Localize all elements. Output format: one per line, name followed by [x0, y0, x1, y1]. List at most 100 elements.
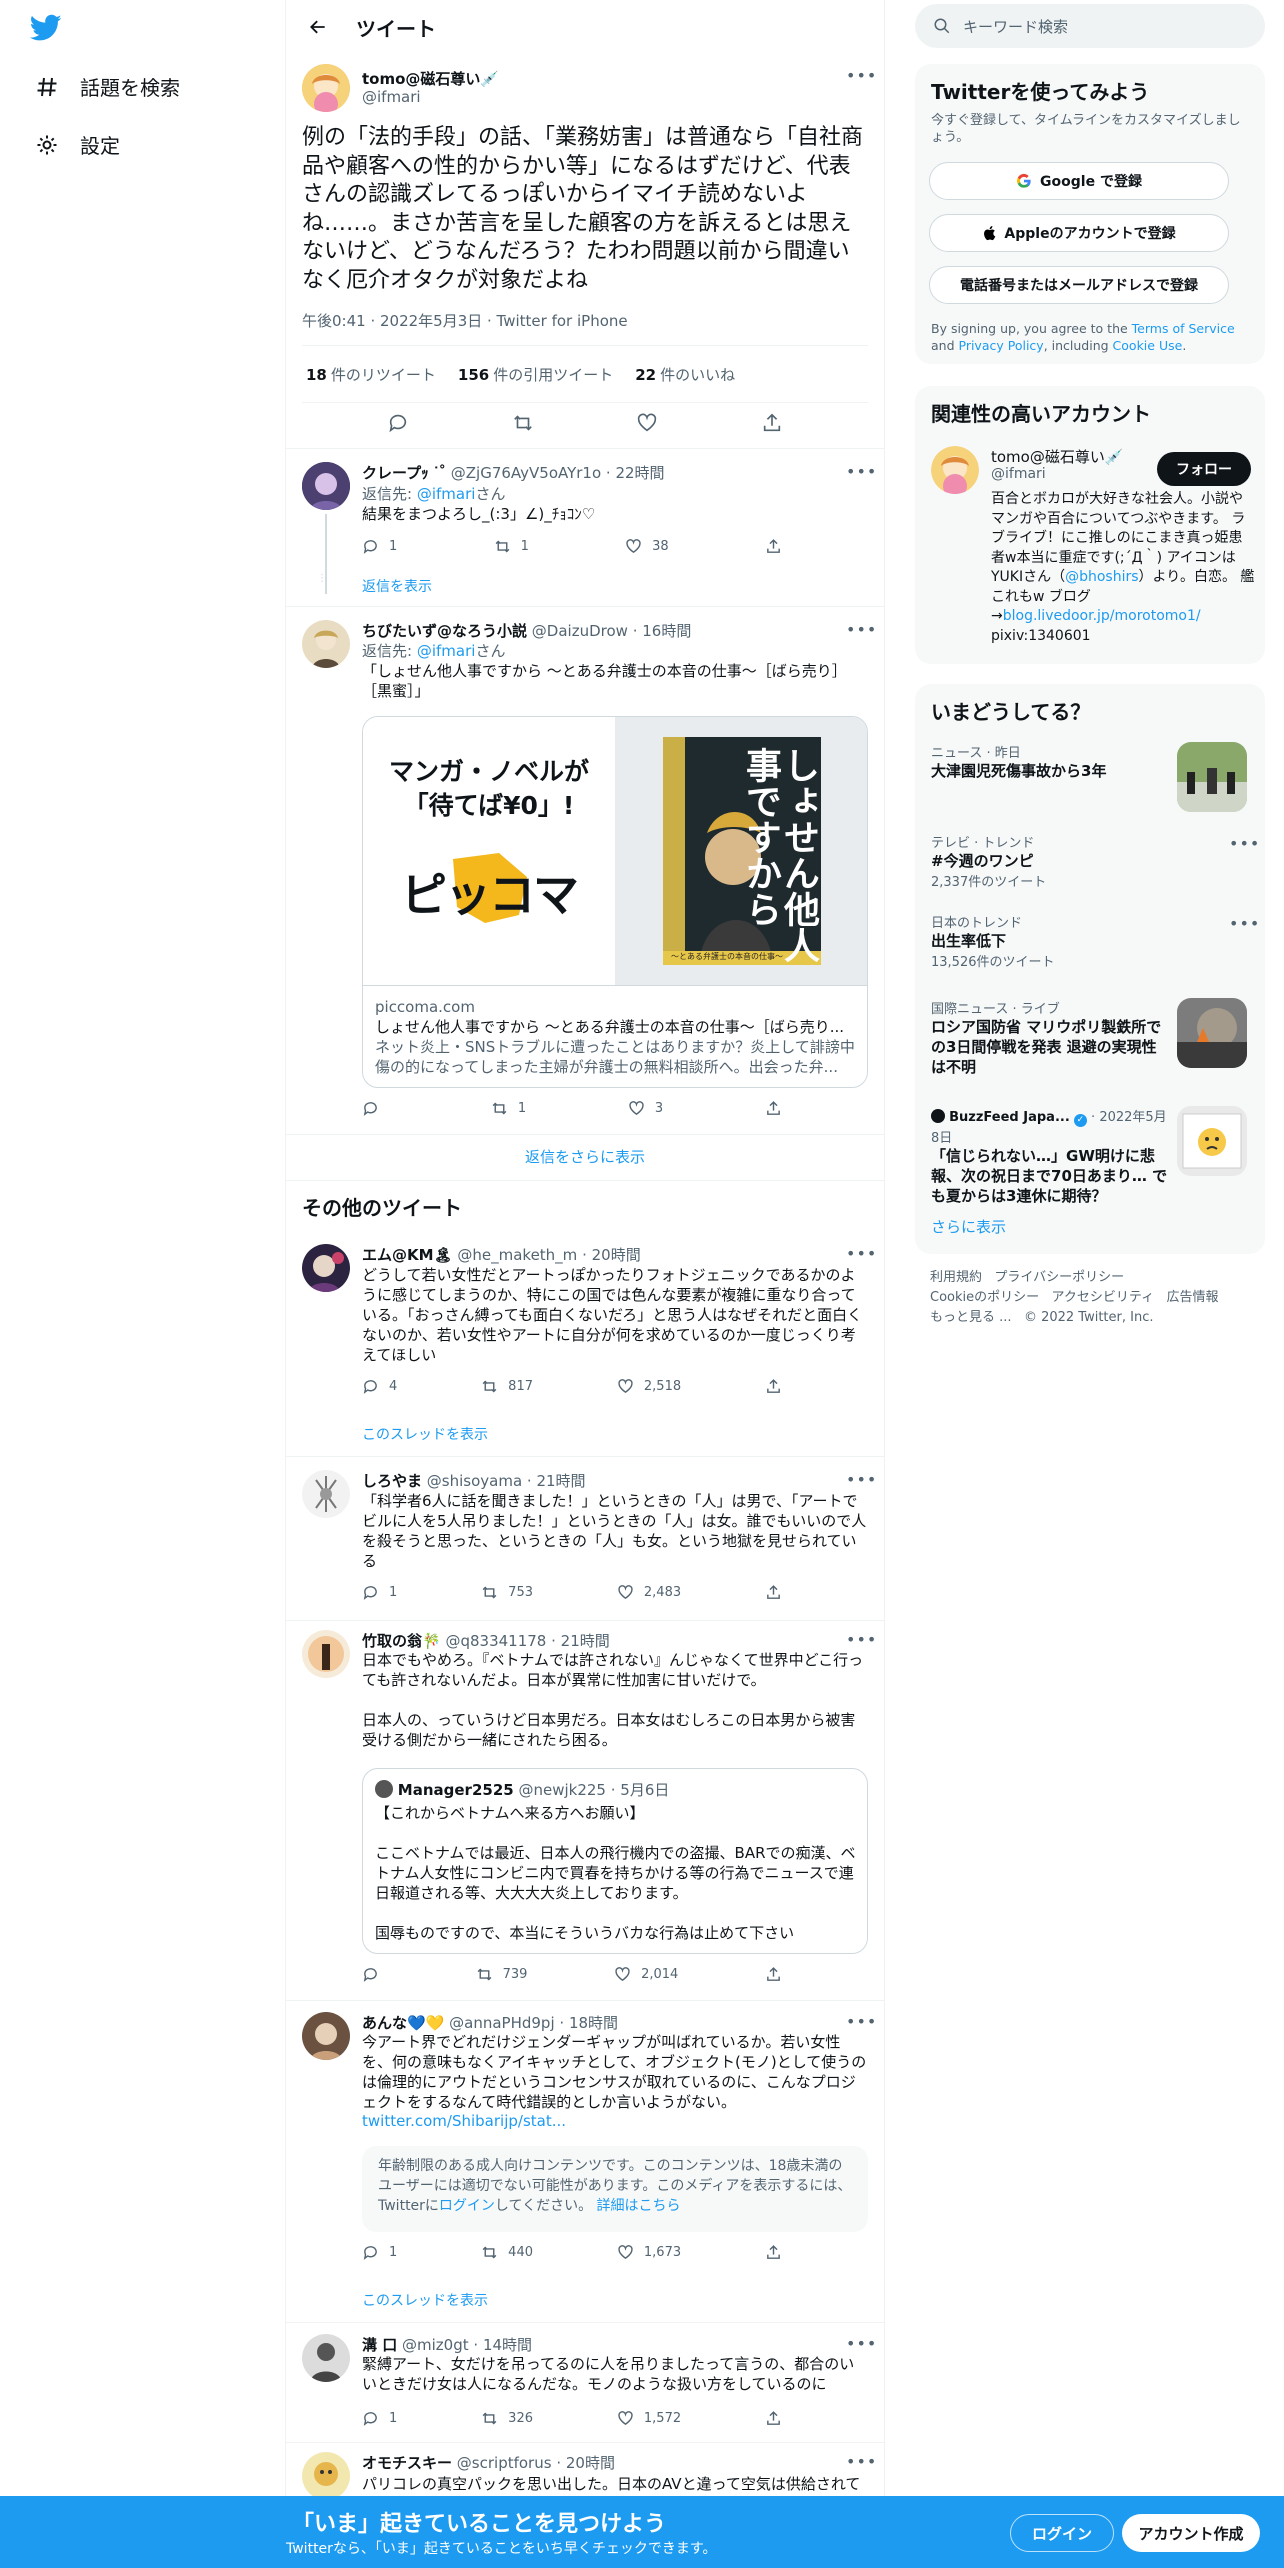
author-handle[interactable]: @ifmari [362, 88, 421, 106]
footer-tos-link[interactable]: 利用規約 [930, 1270, 982, 1285]
trend-item[interactable]: テレビ · トレンド #今週のワンピ 2,337件のツイート [931, 832, 1171, 890]
more-icon[interactable]: ••• [846, 1470, 877, 1489]
share-button[interactable] [765, 1966, 792, 1983]
retweet-button[interactable]: 440 [481, 2244, 533, 2261]
avatar[interactable] [302, 620, 350, 668]
reply-time[interactable]: 22時間 [615, 464, 664, 482]
replying-to-handle[interactable]: @ifmari [417, 485, 476, 503]
tweet-link[interactable]: twitter.com/Shibarijp/stat... [362, 2112, 566, 2130]
show-thread-link[interactable]: このスレッドを表示 [362, 2290, 488, 2310]
footer-more-link[interactable]: もっと見る ... [930, 1310, 1012, 1325]
more-icon[interactable]: ••• [846, 2452, 877, 2471]
retweet-button[interactable]: 753 [481, 1584, 533, 1601]
reply-handle[interactable]: @DaizuDrow [532, 622, 628, 640]
reply-time[interactable]: 16時間 [642, 622, 691, 640]
author-name[interactable]: tomo@磁石尊い💉 [362, 68, 499, 89]
google-signup-button[interactable]: Google で登録 [929, 162, 1229, 200]
avatar[interactable] [931, 446, 979, 494]
like-count-link[interactable]: 22 件のいいね [635, 364, 735, 385]
tweet-handle[interactable]: @shisoyama [427, 1472, 522, 1490]
footer-cookie-link[interactable]: Cookieのポリシー [930, 1290, 1039, 1305]
link-card[interactable]: マンガ・ノベルが 「待てば¥0」! ピッコマ しょせん他人事ですから ～とある弁… [362, 716, 868, 1088]
avatar[interactable] [302, 64, 350, 112]
tweet-handle[interactable]: @miz0gt [402, 2336, 469, 2354]
more-icon[interactable]: ••• [846, 2334, 877, 2353]
more-icon[interactable]: ••• [846, 2012, 877, 2031]
like-button[interactable]: 2,483 [617, 1584, 681, 1601]
trend-item[interactable]: 日本のトレンド 出生率低下 13,526件のツイート [931, 912, 1171, 970]
related-name[interactable]: tomo@磁石尊い💉 [991, 446, 1124, 467]
replying-to-handle[interactable]: @ifmari [417, 642, 476, 660]
tweet-author[interactable]: エム@KM🏝 [362, 1246, 453, 1264]
retweet-button[interactable]: 1 [494, 538, 529, 555]
more-icon[interactable]: ••• [1229, 834, 1260, 853]
reply-handle[interactable]: @ZjG76AyV5oAYr1o [451, 464, 601, 482]
nav-settings[interactable]: 設定 [34, 130, 120, 159]
like-button[interactable]: 1,572 [617, 2410, 681, 2427]
search-box[interactable]: キーワード検索 [915, 4, 1265, 48]
reply-button[interactable]: 1 [362, 538, 397, 555]
tweet-time[interactable]: 21時間 [561, 1632, 610, 1650]
share-button[interactable] [765, 1584, 792, 1601]
trend-item[interactable]: BuzzFeed Japa... ✓ · 2022年5月8日 「信じられない…」… [931, 1106, 1171, 1206]
tweet-time[interactable]: 20時間 [566, 2454, 615, 2472]
nav-explore[interactable]: 話題を検索 [34, 72, 180, 101]
reply-button[interactable]: 1 [362, 1584, 397, 1601]
footer-privacy-link[interactable]: プライバシーポリシー [994, 1270, 1124, 1285]
reply-button[interactable] [362, 1966, 389, 1983]
share-button[interactable] [765, 2244, 792, 2261]
terms-link[interactable]: Terms of Service [1132, 321, 1235, 336]
tweet-time[interactable]: 14時間 [483, 2336, 532, 2354]
like-button[interactable]: 1,673 [617, 2244, 681, 2261]
cookie-link[interactable]: Cookie Use [1113, 338, 1183, 353]
reply-button[interactable]: 4 [362, 1378, 397, 1395]
tweet-author[interactable]: 竹取の翁🎋 [362, 1632, 441, 1650]
avatar[interactable] [302, 2334, 350, 2382]
create-account-button[interactable]: アカウント作成 [1122, 2514, 1260, 2552]
reply-button[interactable] [362, 1100, 389, 1117]
bio-mention-link[interactable]: @bhoshirs [1065, 569, 1138, 585]
show-replies-link[interactable]: 返信を表示 [362, 576, 432, 596]
footer-ads-link[interactable]: 広告情報 [1167, 1290, 1219, 1305]
tweet-author[interactable]: しろやま [362, 1472, 422, 1490]
tweet-handle[interactable]: @annaPHd9pj [449, 2014, 554, 2032]
footer-accessibility-link[interactable]: アクセシビリティ [1052, 1290, 1155, 1305]
reply-button[interactable]: 1 [362, 2244, 397, 2261]
more-icon[interactable]: ••• [846, 1244, 877, 1263]
tweet-handle[interactable]: @he_maketh_m [457, 1246, 577, 1264]
tweet-time[interactable]: 18時間 [569, 2014, 618, 2032]
warning-login-link[interactable]: ログイン [439, 2198, 495, 2214]
retweet-button[interactable]: 739 [476, 1966, 527, 1983]
warning-learn-more-link[interactable]: 詳細はこちら [597, 2198, 681, 2214]
retweet-icon[interactable] [512, 412, 534, 438]
show-thread-link[interactable]: このスレッドを表示 [362, 1424, 488, 1444]
show-more-trends-link[interactable]: さらに表示 [931, 1216, 1006, 1237]
avatar[interactable] [302, 2452, 350, 2500]
avatar[interactable] [302, 1244, 350, 1292]
like-button[interactable]: 2,518 [617, 1378, 681, 1395]
retweet-button[interactable]: 817 [481, 1378, 533, 1395]
tweet-time[interactable]: 21時間 [536, 1472, 585, 1490]
reply-icon[interactable] [387, 412, 409, 438]
quoted-tweet[interactable]: Manager2525 @newjk225 · 5月6日 【これからベトナムへ来… [362, 1768, 868, 1954]
like-icon[interactable] [636, 412, 658, 438]
more-icon[interactable]: ••• [846, 620, 877, 639]
tweet-author[interactable]: 溝 口 [362, 2336, 397, 2354]
reply-author[interactable]: クレープｯ ᐝ˚ [362, 464, 446, 482]
share-icon[interactable] [761, 412, 783, 438]
avatar[interactable] [302, 1470, 350, 1518]
share-button[interactable] [765, 538, 792, 555]
share-button[interactable] [765, 1100, 792, 1117]
reply-button[interactable]: 1 [362, 2410, 397, 2427]
more-icon[interactable]: ••• [846, 462, 877, 481]
twitter-logo-icon[interactable] [29, 14, 62, 46]
related-handle[interactable]: @ifmari [991, 466, 1046, 482]
more-icon[interactable]: ••• [846, 66, 877, 85]
apple-signup-button[interactable]: Appleのアカウントで登録 [929, 214, 1229, 252]
tweet-meta[interactable]: 午後0:41 · 2022年5月3日 · Twitter for iPhone [302, 310, 628, 331]
login-button[interactable]: ログイン [1010, 2514, 1114, 2552]
tweet-author[interactable]: オモチスキー [362, 2454, 452, 2472]
avatar[interactable] [302, 462, 350, 510]
follow-button[interactable]: フォロー [1157, 452, 1251, 486]
privacy-link[interactable]: Privacy Policy [959, 338, 1044, 353]
